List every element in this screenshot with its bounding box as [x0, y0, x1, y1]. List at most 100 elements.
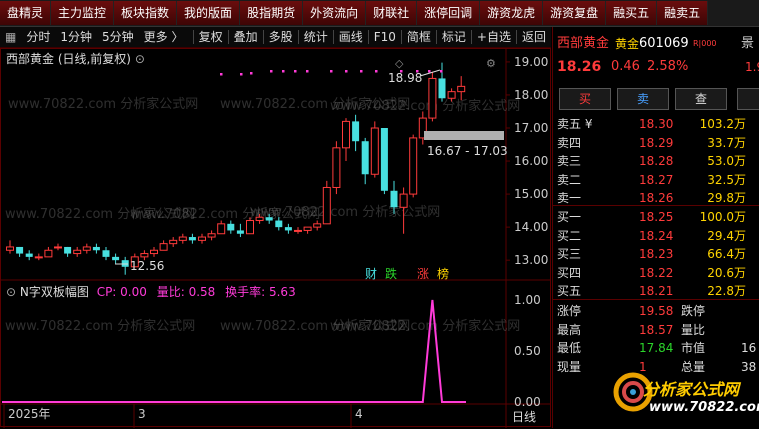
bids-row: 买三 18.23 66.4万 — [553, 245, 759, 263]
asks-row: 卖五 ¥ 18.30 103.2万 — [553, 115, 759, 133]
x-tick-label: 4 — [355, 407, 363, 421]
event-marker-2[interactable]: 涨 — [417, 266, 429, 281]
asks-price[interactable]: 18.30 — [639, 115, 673, 133]
stats-row: 涨停 19.58 跌停 — [553, 302, 759, 320]
candle-body — [64, 246, 72, 254]
top-menu-item-10[interactable]: 融买五 — [606, 1, 658, 25]
bids-volume: 22.8万 — [707, 284, 746, 298]
top-menu-item-5[interactable]: 外资流向 — [303, 1, 367, 25]
stats-label-2: 市值 — [681, 341, 706, 355]
candle-body — [370, 127, 379, 175]
range-box — [424, 131, 504, 140]
candle-body — [34, 256, 43, 259]
indicator-y-tick: 0.00 — [514, 395, 541, 409]
asks-price[interactable]: 18.28 — [639, 152, 673, 170]
bids-volume: 20.6万 — [707, 265, 746, 280]
logo-url: www.70822.com — [649, 400, 759, 415]
close-chart-icon[interactable]: ◇ — [395, 56, 403, 70]
event-marker-3[interactable]: 榜 — [437, 266, 449, 281]
candle-body — [236, 230, 244, 234]
candle-body — [246, 220, 254, 235]
kline-chart[interactable]: 19.0018.0017.0016.0015.0014.0013.00www.7… — [0, 48, 551, 428]
side-label-icon: 景 — [741, 36, 755, 51]
event-marker-0[interactable]: 财 — [365, 267, 377, 281]
toolbar-right-item-6[interactable]: 简框 — [402, 27, 436, 47]
bids-price[interactable]: 18.25 — [639, 208, 673, 226]
collapse-icon[interactable]: ⊙ — [135, 52, 145, 66]
stats-label: 最低 — [557, 341, 582, 355]
y-tick-label: 14.00 — [514, 220, 548, 234]
top-menu-item-3[interactable]: 我的版面 — [177, 1, 241, 25]
top-menu-item-9[interactable]: 游资复盘 — [543, 1, 607, 25]
bids-price[interactable]: 18.23 — [639, 245, 673, 263]
x-tick-label: 3 — [138, 407, 146, 421]
top-menu-item-4[interactable]: 股指期货 — [240, 1, 304, 25]
trade-button-extra[interactable] — [737, 88, 759, 110]
signal-dot — [360, 70, 363, 73]
rz-badge: R|000 — [693, 39, 717, 48]
candle-body — [169, 239, 178, 245]
candle-body — [25, 253, 33, 257]
toolbar-right-item-4[interactable]: 画线 — [334, 27, 368, 47]
asks-price[interactable]: 18.29 — [639, 134, 673, 152]
bids-price[interactable]: 18.24 — [639, 227, 673, 245]
toolbar-left-item-1[interactable]: 1分钟 — [55, 27, 97, 47]
event-marker-1[interactable]: 跌 — [385, 266, 397, 281]
toolbar-right-item-9[interactable]: 返回 — [517, 27, 551, 47]
signal-dot — [440, 70, 443, 73]
toolbar-right-item-0[interactable]: 复权 — [194, 27, 228, 47]
stock-name: 西部黄金 — [557, 36, 610, 51]
toolbar-left-item-0[interactable]: 分时 — [21, 27, 55, 47]
candle-body — [227, 223, 235, 231]
low-label: 12.56 — [130, 259, 164, 273]
period-label[interactable]: 日线 — [512, 408, 536, 425]
settings-icon[interactable]: ⚙ — [486, 56, 496, 70]
candle-body — [342, 120, 350, 149]
bids-price[interactable]: 18.22 — [639, 264, 673, 282]
top-menu-item-8[interactable]: 游资龙虎 — [480, 1, 544, 25]
bids-label: 买一 — [557, 210, 582, 224]
signal-dot — [282, 70, 285, 73]
chart-title: 西部黄金 (日线,前复权) ⊙ — [6, 50, 145, 67]
toolbar-right-item-1[interactable]: 叠加 — [229, 27, 263, 47]
bids-price[interactable]: 18.21 — [639, 282, 673, 300]
candle-body — [409, 137, 418, 195]
asks-label: 卖二 — [557, 172, 582, 187]
top-menu-item-0[interactable]: 盘精灵 — [0, 1, 52, 25]
price-row: 18.26 0.46 2.58% 1.9 — [553, 58, 759, 76]
indicator-collapse-icon[interactable]: ⊙ — [6, 285, 20, 299]
bids-label: 买五 — [557, 284, 582, 298]
top-menu-item-7[interactable]: 涨停回调 — [417, 1, 481, 25]
trade-button-0[interactable]: 买 — [559, 88, 611, 110]
stats-label: 现量 — [557, 359, 582, 374]
signal-dot — [220, 73, 223, 76]
toolbar-right-item-8[interactable]: +自选 — [472, 27, 516, 47]
top-menu-item-6[interactable]: 财联社 — [366, 1, 418, 25]
top-menu-item-11[interactable]: 融卖五 — [657, 1, 709, 25]
chart-title-text: 西部黄金 (日线,前复权) — [6, 52, 131, 66]
watermark-text: www.70822.com 分析家公式网 — [8, 96, 198, 112]
trade-button-1[interactable]: 卖 — [617, 88, 669, 110]
toolbar-right-item-7[interactable]: 标记 — [437, 27, 471, 47]
asks-price[interactable]: 18.27 — [639, 171, 673, 189]
candle-body — [150, 249, 158, 255]
grid-icon[interactable]: ▦ — [0, 27, 21, 47]
trade-button-2[interactable]: 查 — [675, 88, 727, 110]
toolbar-left-item-3[interactable]: 更多 〉 — [139, 27, 189, 47]
top-menu-item-2[interactable]: 板块指数 — [114, 1, 178, 25]
bids-volume: 100.0万 — [699, 210, 746, 224]
toolbar-right-item-5[interactable]: F10 — [369, 27, 401, 47]
toolbar-right-item-3[interactable]: 统计 — [299, 27, 333, 47]
stock-header: 西部黄金 黄金 601069 R|000 景 — [553, 35, 759, 53]
top-menu-item-1[interactable]: 主力监控 — [51, 1, 115, 25]
signal-dot — [294, 70, 297, 73]
stats-value: 17.84 — [639, 341, 674, 355]
indicator-hs: 换手率: 5.63 — [225, 285, 296, 299]
candle-body — [188, 237, 196, 241]
toolbar-left-item-2[interactable]: 5分钟 — [97, 27, 139, 47]
toolbar-right-item-2[interactable]: 多股 — [264, 27, 298, 47]
stats-value: 18.57 — [639, 322, 674, 337]
last-price: 18.26 — [557, 59, 602, 75]
signal-dot — [428, 70, 431, 73]
candle-body — [438, 78, 446, 99]
